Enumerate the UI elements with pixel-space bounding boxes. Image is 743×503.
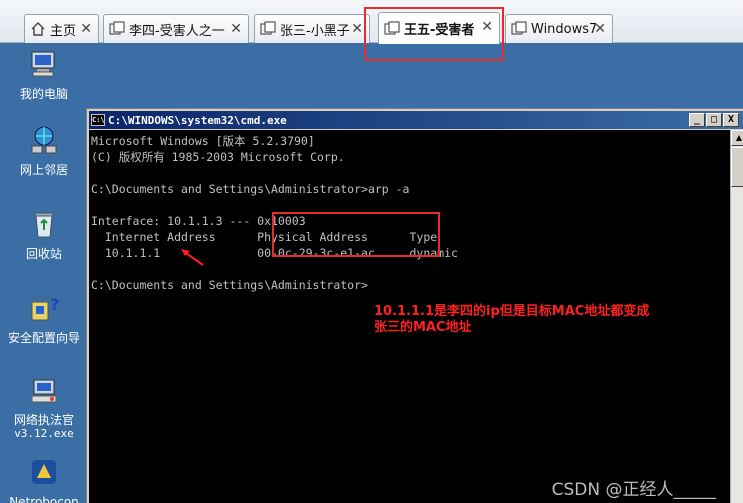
window-controls: _ □ X: [689, 113, 739, 127]
console-line: Microsoft Windows [版本 5.2.3790]: [91, 134, 315, 148]
security-wizard-icon: ?: [31, 295, 59, 321]
active-tab-highlight: [364, 7, 504, 61]
console-line: C:\Documents and Settings\Administrator>…: [91, 182, 410, 196]
desktop-icon-network[interactable]: 网上邻居: [0, 124, 88, 177]
close-button[interactable]: X: [723, 113, 739, 127]
close-icon[interactable]: ✕: [351, 21, 363, 37]
desktop-icon-sublabel: v3.12.exe: [14, 427, 74, 440]
tab-lisi[interactable]: 李四-受害人之一 ✕: [103, 14, 249, 43]
desktop-icon-network-enforcer[interactable]: 网络执法官 v3.12.exe: [0, 374, 88, 441]
desktop-icon-netrobocon[interactable]: Netrobocon: [0, 456, 88, 503]
desktop: 我的电脑 网上邻居 回收站 ? 安全配置向导 网络执法官 v3.12.exe N…: [0, 44, 88, 503]
annotation-text: 10.1.1.1是李四的ip但是目标MAC地址都变成 张三的MAC地址: [374, 304, 649, 336]
tab-label: 李四-受害人之一: [129, 23, 225, 39]
annotation-line: 10.1.1.1是李四的ip但是目标MAC地址都变成: [374, 304, 650, 319]
console-line: C:\Documents and Settings\Administrator>: [91, 278, 368, 292]
desktop-icon-label: 回收站: [25, 247, 62, 261]
vm-icon: [109, 21, 125, 35]
netrobocon-icon: [32, 460, 56, 484]
scroll-up-icon[interactable]: ▲: [731, 130, 743, 146]
minimize-button[interactable]: _: [689, 113, 705, 127]
network-neighborhood-icon: [31, 126, 57, 154]
close-icon[interactable]: ✕: [80, 21, 92, 37]
scroll-thumb[interactable]: [731, 147, 743, 187]
desktop-icon-recycle-bin[interactable]: 回收站: [0, 208, 88, 261]
svg-text:?: ?: [50, 295, 59, 314]
maximize-button[interactable]: □: [706, 113, 722, 127]
desktop-icon-label: 我的电脑: [19, 87, 68, 101]
window-title: C:\WINDOWS\system32\cmd.exe: [108, 113, 287, 127]
mac-address-highlight: [272, 212, 440, 257]
network-enforcer-icon: [31, 379, 57, 403]
arrow-icon: [181, 249, 204, 266]
recycle-bin-icon: [34, 212, 54, 238]
tab-label: Windows7: [531, 21, 598, 37]
cmd-icon: C:\: [91, 114, 105, 126]
desktop-icon-my-computer[interactable]: 我的电脑: [0, 48, 88, 101]
vertical-scrollbar[interactable]: ▲: [730, 130, 743, 503]
desktop-icon-security-wizard[interactable]: ? 安全配置向导: [0, 292, 88, 345]
tab-label: 主页: [50, 23, 77, 39]
my-computer-icon: [31, 51, 55, 77]
tab-home[interactable]: 主页 ✕: [24, 14, 99, 43]
watermark: CSDN @正经人_____: [551, 480, 716, 500]
desktop-icon-label: 网上邻居: [19, 163, 68, 177]
desktop-icon-label: Netrobocon: [9, 495, 79, 503]
close-icon[interactable]: ✕: [594, 21, 606, 37]
console-output[interactable]: Microsoft Windows [版本 5.2.3790] (C) 版权所有…: [89, 130, 730, 503]
annotation-line: 张三的MAC地址: [374, 320, 472, 335]
desktop-icon-label: 网络执法官: [13, 413, 74, 427]
desktop-icon-label: 安全配置向导: [7, 331, 80, 345]
cmd-window: C:\ C:\WINDOWS\system32\cmd.exe _ □ X Mi…: [86, 108, 743, 503]
vm-icon: [511, 21, 527, 35]
home-icon: [31, 22, 45, 36]
tab-label: 张三-小黑子: [280, 23, 350, 39]
console-line: (C) 版权所有 1985-2003 Microsoft Corp.: [91, 150, 345, 164]
tab-zhangsan[interactable]: 张三-小黑子 ✕: [254, 14, 370, 43]
tab-windows7[interactable]: Windows7 ✕: [505, 14, 613, 43]
cmd-title-bar[interactable]: C:\ C:\WINDOWS\system32\cmd.exe _ □ X: [89, 111, 743, 129]
vm-icon: [260, 21, 276, 35]
close-icon[interactable]: ✕: [230, 21, 242, 37]
